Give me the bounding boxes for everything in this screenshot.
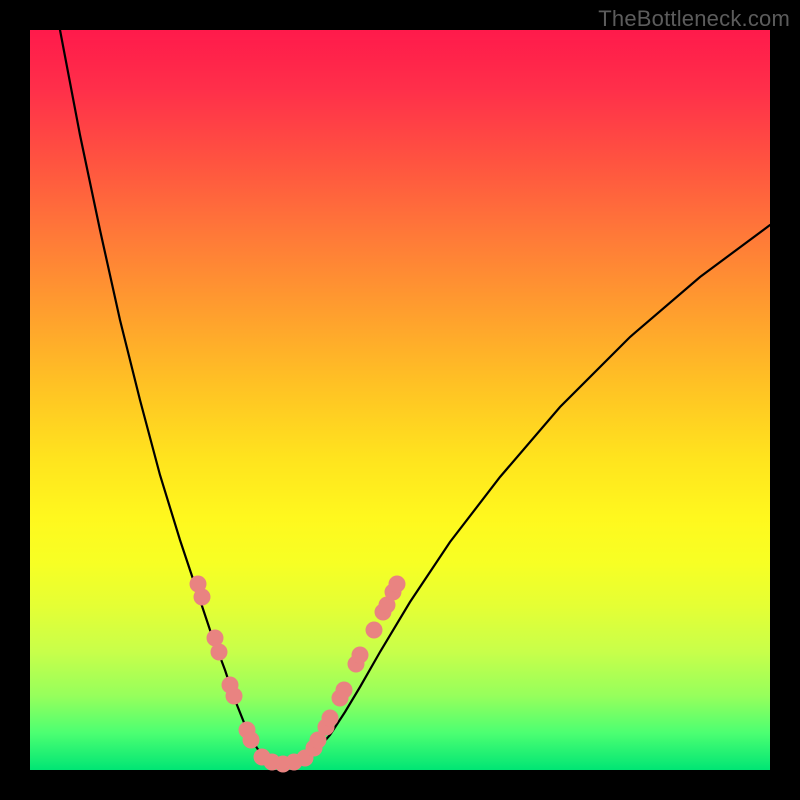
curve-line [60,30,770,764]
curve-dot [322,710,339,727]
watermark-text: TheBottleneck.com [598,6,790,32]
curve-dot [211,644,228,661]
curve-dot [352,647,369,664]
curve-dot [243,732,260,749]
curve-dot [226,688,243,705]
curve-dots-group [190,576,406,773]
curve-dot [194,589,211,606]
plot-area [30,30,770,770]
bottleneck-curve [30,30,770,770]
chart-frame: TheBottleneck.com [0,0,800,800]
curve-dot [336,682,353,699]
curve-dot [366,622,383,639]
curve-dot [389,576,406,593]
